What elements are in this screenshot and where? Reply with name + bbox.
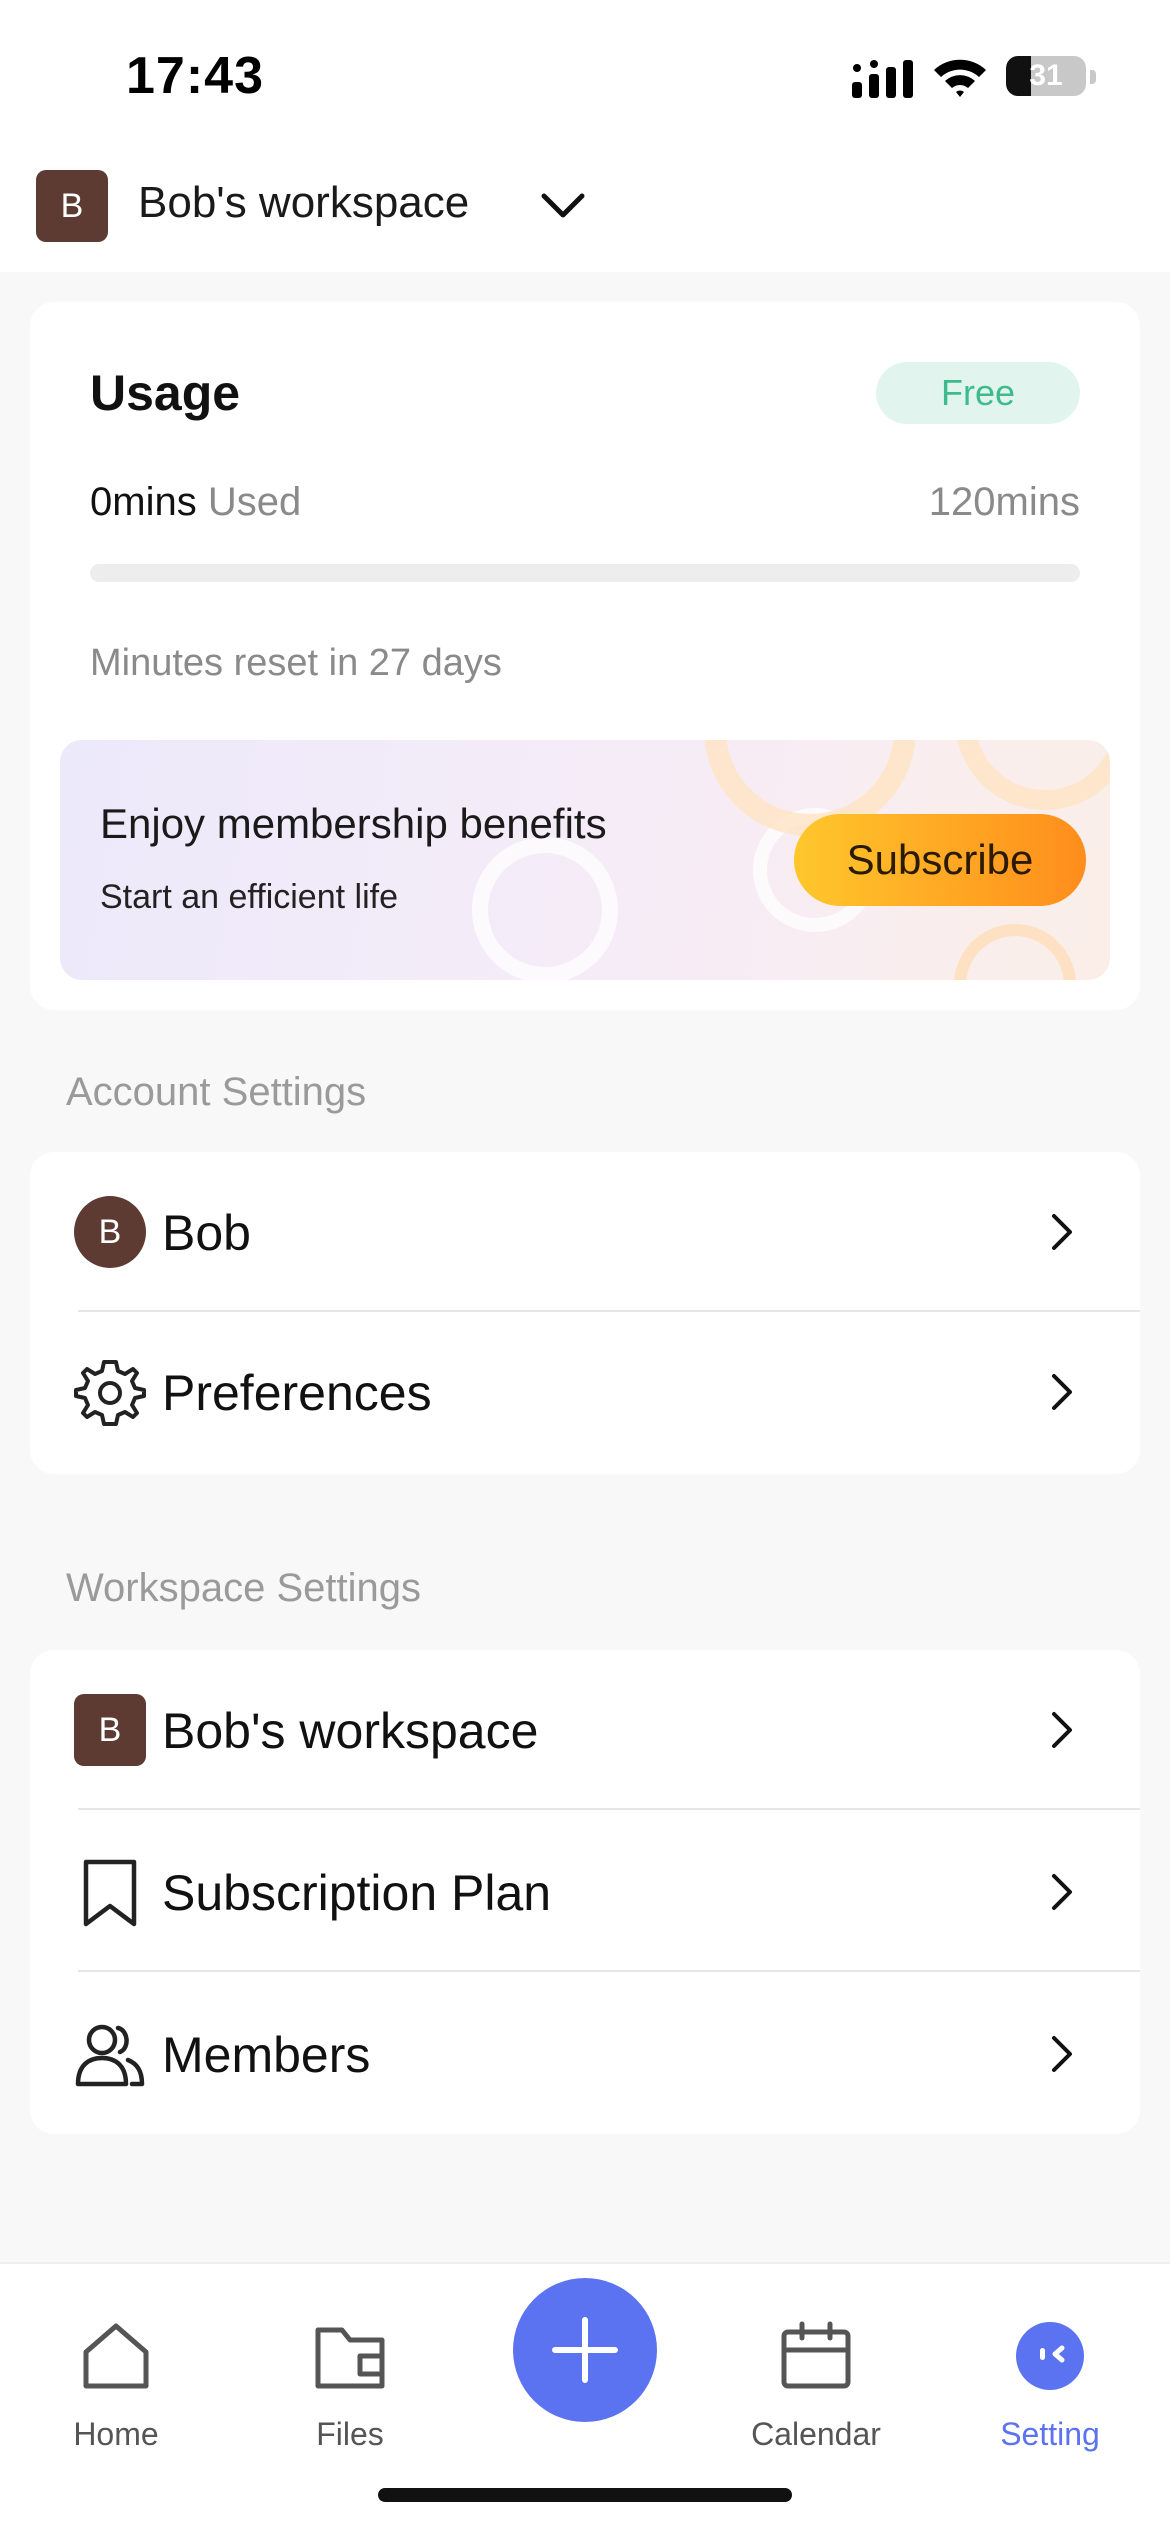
account-settings-label: Account Settings [66, 1070, 367, 1114]
usage-progress-bar [90, 564, 1080, 582]
status-time: 17:43 [126, 47, 264, 105]
account-settings-card: B Bob Preferences [30, 1152, 1140, 1474]
workspace-avatar: B [74, 1694, 146, 1766]
settings-row-members[interactable]: Members [30, 1974, 1140, 2134]
nav-files[interactable]: Files [260, 2286, 440, 2486]
settings-row-subscription[interactable]: Subscription Plan [30, 1812, 1140, 1972]
nav-label-files: Files [316, 2416, 384, 2452]
add-button[interactable] [513, 2278, 657, 2422]
chevron-right-icon [1052, 1712, 1072, 1748]
gear-icon [74, 1360, 146, 1426]
total-minutes: 120mins [928, 480, 1080, 524]
row-label-subscription: Subscription Plan [162, 1865, 552, 1921]
battery-cap [1090, 70, 1096, 84]
chevron-right-icon [1052, 1374, 1072, 1410]
battery-percent: 31 [1029, 59, 1063, 92]
divider [78, 1808, 1140, 1810]
cellular-signal-icon [852, 60, 913, 98]
home-icon [83, 2323, 149, 2389]
workspace-avatar: B [36, 170, 108, 242]
promo-title: Enjoy membership benefits [100, 800, 607, 847]
nav-label-home: Home [73, 2416, 159, 2452]
wifi-icon [934, 59, 986, 97]
nav-label-calendar: Calendar [751, 2416, 881, 2452]
settings-row-preferences[interactable]: Preferences [30, 1312, 1140, 1472]
settings-row-profile[interactable]: B Bob [30, 1152, 1140, 1312]
workspace-header[interactable]: B Bob's workspace [0, 150, 1170, 272]
nav-home[interactable]: Home [26, 2286, 206, 2486]
workspace-settings-label: Workspace Settings [66, 1566, 421, 1610]
setting-face-icon [1016, 2322, 1084, 2390]
row-label-members: Members [162, 2027, 371, 2083]
settings-screen: 17:43 31 B Bob's workspace Usage Free 0m… [0, 0, 1170, 2532]
plan-badge: Free [876, 362, 1080, 424]
reset-text: Minutes reset in 27 days [90, 642, 502, 684]
nav-calendar[interactable]: Calendar [726, 2286, 906, 2486]
row-label-preferences: Preferences [162, 1365, 432, 1421]
home-indicator [378, 2488, 792, 2502]
used-value: 0mins [90, 480, 197, 524]
user-avatar: B [74, 1196, 146, 1268]
chevron-down-icon[interactable] [538, 186, 588, 226]
row-label-workspace: Bob's workspace [162, 1703, 539, 1759]
workspace-settings-card: B Bob's workspace Subscription Plan Memb… [30, 1650, 1140, 2134]
workspace-name[interactable]: Bob's workspace [138, 178, 469, 228]
folder-icon [315, 2327, 385, 2389]
users-icon [75, 2024, 145, 2087]
promo-subtitle: Start an efficient life [100, 878, 398, 916]
bookmark-icon [83, 1859, 137, 1927]
chevron-right-icon [1052, 2036, 1072, 2072]
usage-title: Usage [90, 365, 241, 421]
used-label: Used [207, 480, 302, 524]
usage-card: Usage Free 0mins Used 120mins Minutes re… [30, 302, 1140, 1010]
subscribe-button[interactable]: Subscribe [794, 814, 1086, 906]
nav-setting[interactable]: Setting [960, 2286, 1140, 2486]
row-label-profile: Bob [162, 1205, 251, 1261]
membership-promo[interactable]: Enjoy membership benefits Start an effic… [60, 740, 1110, 980]
divider [78, 1970, 1140, 1972]
chevron-right-icon [1052, 1874, 1072, 1910]
used-minutes: 0mins Used [90, 480, 301, 525]
chevron-right-icon [1052, 1214, 1072, 1250]
nav-label-setting: Setting [1000, 2416, 1100, 2452]
plus-icon [552, 2317, 618, 2383]
settings-row-workspace[interactable]: B Bob's workspace [30, 1650, 1140, 1810]
calendar-icon [781, 2321, 851, 2389]
status-bar: 17:43 31 [0, 0, 1170, 150]
battery-icon: 31 [1006, 56, 1086, 96]
